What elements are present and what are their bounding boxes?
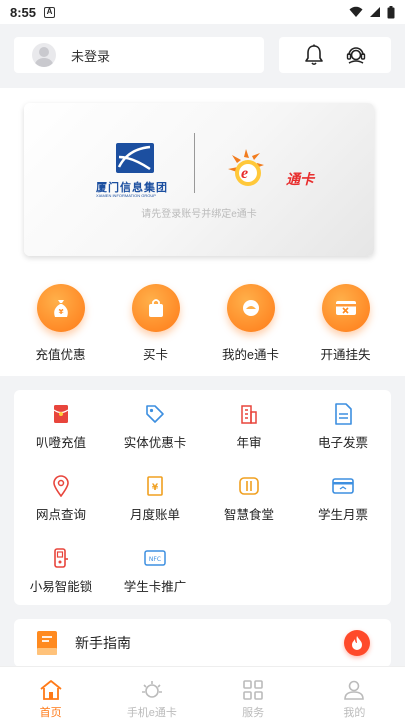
top-bar: 未登录 [0, 24, 405, 86]
quick-report-loss[interactable]: 开通挂失 [298, 284, 393, 363]
building-icon [237, 402, 261, 426]
service-label: 学生月票 [317, 508, 368, 522]
tab-label: 手机e通卡 [126, 707, 177, 719]
quick-label: 我的e通卡 [222, 348, 279, 362]
bill-icon: ¥ [143, 474, 167, 498]
tab-services[interactable]: 服务 [203, 667, 304, 720]
user-icon [344, 680, 365, 700]
card-icon [226, 284, 275, 332]
service-outlet-search[interactable]: 网点查询 [14, 474, 108, 523]
service-label: 电子发票 [317, 436, 368, 450]
service-label: 小易智能锁 [29, 580, 93, 594]
svg-text:NFC: NFC [149, 556, 161, 563]
tab-home[interactable]: 首页 [0, 667, 101, 720]
avatar [32, 43, 56, 67]
svg-text:¥: ¥ [152, 483, 159, 493]
quick-recharge-discount[interactable]: ¥ 充值优惠 [13, 284, 108, 363]
e-card-logo: e [228, 149, 264, 186]
service-label: 学生卡推广 [123, 580, 187, 594]
fire-icon[interactable] [344, 630, 370, 656]
shopping-bag-icon [131, 284, 180, 332]
banner-hint: 请先登录账号并绑定e通卡 [141, 209, 257, 220]
location-pin-icon [49, 474, 73, 498]
service-discount-card[interactable]: 实体优惠卡 [108, 402, 202, 451]
tab-label: 首页 [39, 707, 62, 719]
quick-label: 开通挂失 [320, 348, 371, 362]
wifi-icon [349, 6, 363, 17]
service-label: 网点查询 [35, 508, 86, 522]
service-student-card-promo[interactable]: NFC 学生卡推广 [108, 546, 202, 595]
status-time: 8:55 [10, 4, 37, 20]
red-envelope-icon [49, 402, 73, 426]
signal-icon [370, 7, 380, 17]
service-label: 实体优惠卡 [123, 436, 187, 450]
bell-icon[interactable] [304, 44, 324, 66]
tab-mobile-e-card[interactable]: 手机e通卡 [101, 667, 202, 720]
service-smart-lock[interactable]: 小易智能锁 [14, 546, 108, 595]
status-bar: 8:55 A [0, 0, 405, 24]
service-e-invoice[interactable]: 电子发票 [296, 402, 390, 451]
status-icons [349, 5, 395, 19]
service-label: 智慧食堂 [223, 508, 274, 522]
quick-my-card[interactable]: 我的e通卡 [203, 284, 298, 363]
quick-label: 买卡 [142, 348, 168, 362]
service-annual-review[interactable]: 年审 [202, 402, 296, 451]
tab-label: 我的 [343, 707, 366, 719]
money-bag-icon: ¥ [36, 284, 85, 332]
canteen-icon [237, 474, 261, 498]
service-recharge[interactable]: 叭噔充值 [14, 402, 108, 451]
grid-icon [243, 680, 263, 700]
nfc-card-icon: NFC [143, 546, 167, 570]
card-brand-name: 通卡 [286, 171, 314, 187]
card-cancel-icon [321, 284, 370, 332]
customer-service-icon[interactable] [345, 44, 367, 66]
services-grid: 叭噔充值 实体优惠卡 年审 电子发票 网点查询 ¥ 月度账单 智慧食堂 学生月票… [14, 390, 391, 605]
quick-actions: ¥ 充值优惠 买卡 我的e通卡 开通挂失 [0, 284, 405, 363]
mobile-e-card-icon [141, 681, 162, 698]
home-card: 厦门信息集团 XIAMEN INFORMATION GROUP e e 通卡 请… [0, 88, 405, 376]
tab-label: 服务 [242, 707, 265, 719]
document-icon [331, 402, 355, 426]
service-label: 月度账单 [129, 508, 180, 522]
login-button[interactable]: 未登录 [14, 37, 264, 73]
home-icon [40, 680, 62, 700]
service-label: 年审 [236, 436, 262, 450]
e-card-banner[interactable]: 厦门信息集团 XIAMEN INFORMATION GROUP e e 通卡 请… [24, 103, 374, 256]
notification-icon: A [44, 6, 56, 18]
smart-lock-icon [49, 546, 73, 570]
service-student-ticket[interactable]: 学生月票 [296, 474, 390, 523]
battery-icon [387, 5, 395, 18]
xiamen-info-group-logo [116, 143, 154, 173]
company-subtitle: XIAMEN INFORMATION GROUP [96, 193, 156, 198]
quick-buy-card[interactable]: 买卡 [108, 284, 203, 363]
guide-label: 新手指南 [75, 635, 131, 651]
service-label: 叭噔充值 [35, 436, 86, 450]
svg-text:¥: ¥ [58, 308, 63, 316]
tag-icon [143, 402, 167, 426]
banner-divider [194, 133, 195, 193]
quick-label: 充值优惠 [35, 348, 86, 362]
guide-book-icon [37, 631, 57, 655]
login-status-text: 未登录 [71, 48, 111, 64]
student-ticket-icon [331, 474, 355, 498]
beginner-guide[interactable]: 新手指南 [14, 619, 391, 667]
header-actions [279, 37, 391, 73]
tab-profile[interactable]: 我的 [304, 667, 405, 720]
service-monthly-bill[interactable]: ¥ 月度账单 [108, 474, 202, 523]
svg-text:e: e [241, 165, 248, 182]
service-smart-canteen[interactable]: 智慧食堂 [202, 474, 296, 523]
bottom-tab-bar: 首页 手机e通卡 服务 我的 [0, 666, 405, 720]
